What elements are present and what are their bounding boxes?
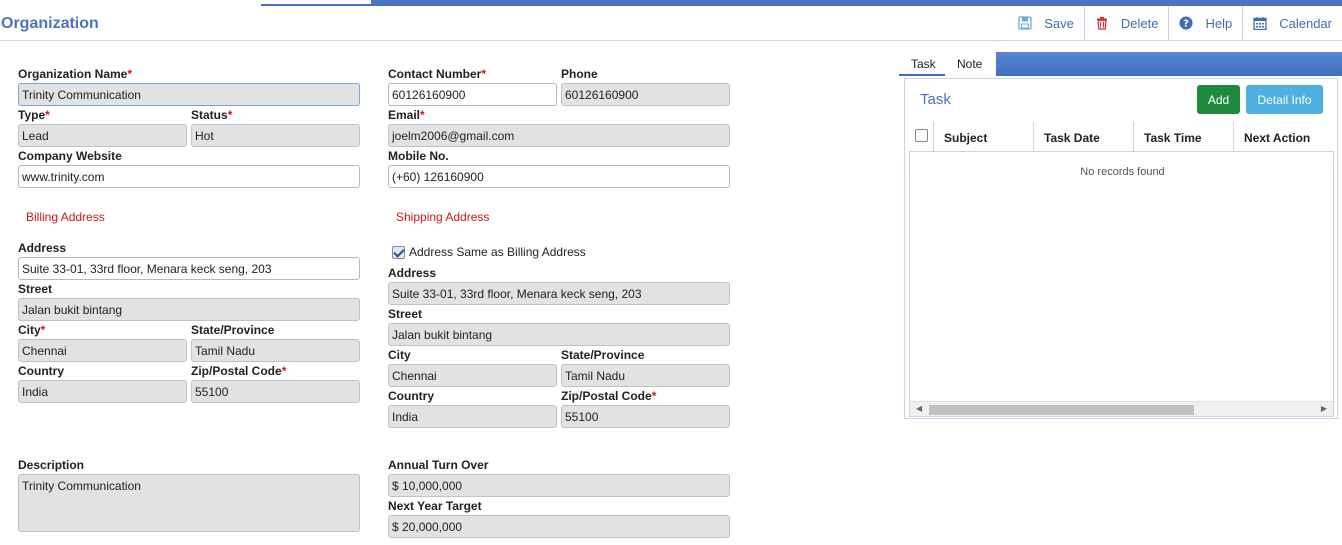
billing-country-field[interactable]: India — [18, 380, 187, 403]
save-label: Save — [1044, 15, 1074, 31]
billing-state-label: State/Province — [191, 323, 275, 337]
shipping-address-heading: Shipping Address — [396, 210, 490, 224]
task-grid-header: Subject Task Date Task Time Next Action — [909, 122, 1334, 152]
phone-field[interactable]: 60126160900 — [561, 83, 730, 106]
shipping-country-label: Country — [388, 389, 434, 403]
tab-task[interactable]: Task — [899, 52, 945, 76]
billing-country-label: Country — [18, 364, 64, 378]
help-button[interactable]: ? Help — [1168, 6, 1242, 40]
task-panel: Task Add Detail Info Subject Task Date T… — [904, 78, 1338, 419]
detail-info-button[interactable]: Detail Info — [1246, 85, 1323, 114]
annual-turnover-field[interactable]: $ 10,000,000 — [388, 474, 730, 497]
shipping-street-field[interactable]: Jalan bukit bintang — [388, 323, 730, 346]
toolbar: Save Delete ? Help Calendar — [1008, 6, 1342, 40]
shipping-street-label: Street — [388, 307, 423, 321]
shipping-city-label: City — [388, 348, 411, 362]
panel-tabs-bar: Task Note — [899, 52, 1342, 76]
billing-street-label: Street — [18, 282, 53, 296]
billing-address-label: Address — [18, 241, 67, 255]
question-circle-icon: ? — [1179, 16, 1193, 30]
description-field[interactable]: Trinity Communication — [18, 474, 360, 532]
shipping-address-field[interactable]: Suite 33-01, 33rd floor, Menara keck sen… — [388, 282, 730, 305]
billing-city-label: City* — [18, 323, 46, 337]
org-name-label: Organization Name* — [18, 67, 133, 81]
delete-button[interactable]: Delete — [1083, 6, 1169, 40]
website-label: Company Website — [18, 149, 122, 163]
type-field[interactable]: Lead — [18, 124, 187, 147]
shipping-state-label: State/Province — [561, 348, 645, 362]
save-button[interactable]: Save — [1008, 6, 1084, 40]
empty-message: No records found — [1080, 166, 1165, 178]
same-as-billing-label: Address Same as Billing Address — [409, 245, 586, 259]
calendar-button[interactable]: Calendar — [1242, 6, 1342, 40]
mobile-field[interactable]: (+60) 126160900 — [388, 165, 730, 188]
delete-label: Delete — [1120, 15, 1159, 31]
org-name-field[interactable]: Trinity Communication — [18, 83, 360, 106]
status-field[interactable]: Hot — [191, 124, 360, 147]
calendar-icon — [1253, 16, 1267, 30]
trash-icon — [1095, 16, 1109, 30]
floppy-disk-icon — [1018, 16, 1032, 30]
calendar-label: Calendar — [1279, 15, 1332, 31]
shipping-zip-field[interactable]: 55100 — [561, 405, 730, 428]
website-field[interactable]: www.trinity.com — [18, 165, 360, 188]
shipping-address-label: Address — [388, 266, 437, 280]
email-label: Email* — [388, 108, 425, 122]
shipping-city-field[interactable]: Chennai — [388, 364, 557, 387]
shipping-zip-label: Zip/Postal Code* — [561, 389, 657, 403]
contact-number-field[interactable]: 60126160900 — [388, 83, 557, 106]
column-subject[interactable]: Subject — [933, 122, 1033, 152]
type-label: Type* — [18, 108, 50, 122]
column-next-action[interactable]: Next Action — [1233, 122, 1334, 152]
billing-address-heading: Billing Address — [26, 210, 105, 224]
next-year-target-label: Next Year Target — [388, 499, 482, 513]
page-title: Organization — [1, 15, 99, 32]
billing-city-field[interactable]: Chennai — [18, 339, 187, 362]
select-all-checkbox[interactable] — [915, 129, 928, 142]
billing-zip-label: Zip/Postal Code* — [191, 364, 287, 378]
column-task-time[interactable]: Task Time — [1133, 122, 1233, 152]
shipping-state-field[interactable]: Tamil Nadu — [561, 364, 730, 387]
contact-number-label: Contact Number* — [388, 67, 487, 81]
scroll-left-icon[interactable]: ◀ — [916, 404, 922, 413]
billing-state-field[interactable]: Tamil Nadu — [191, 339, 360, 362]
phone-label: Phone — [561, 67, 598, 81]
email-field[interactable]: joelm2006@gmail.com — [388, 124, 730, 147]
status-label: Status* — [191, 108, 233, 122]
annual-turnover-label: Annual Turn Over — [388, 458, 489, 472]
horizontal-scrollbar[interactable]: ◀ ▶ — [910, 401, 1333, 416]
task-grid-body: No records found ◀ ▶ — [909, 152, 1334, 417]
page-header: Organization Save Delete ? Help Calendar — [0, 6, 1342, 41]
scrollbar-thumb[interactable] — [929, 405, 1194, 415]
same-as-billing-checkbox[interactable] — [392, 246, 405, 259]
billing-zip-field[interactable]: 55100 — [191, 380, 360, 403]
scroll-right-icon[interactable]: ▶ — [1321, 404, 1327, 413]
help-label: Help — [1205, 15, 1233, 31]
description-label: Description — [18, 458, 85, 472]
column-task-date[interactable]: Task Date — [1033, 122, 1133, 152]
task-panel-title: Task — [920, 91, 951, 108]
shipping-country-field[interactable]: India — [388, 405, 557, 428]
svg-text:?: ? — [1184, 19, 1190, 30]
next-year-target-field[interactable]: $ 20,000,000 — [388, 515, 730, 538]
mobile-label: Mobile No. — [388, 149, 449, 163]
billing-street-field[interactable]: Jalan bukit bintang — [18, 298, 360, 321]
billing-address-field[interactable]: Suite 33-01, 33rd floor, Menara keck sen… — [18, 257, 360, 280]
tab-note[interactable]: Note — [945, 52, 996, 76]
add-task-button[interactable]: Add — [1197, 85, 1240, 114]
